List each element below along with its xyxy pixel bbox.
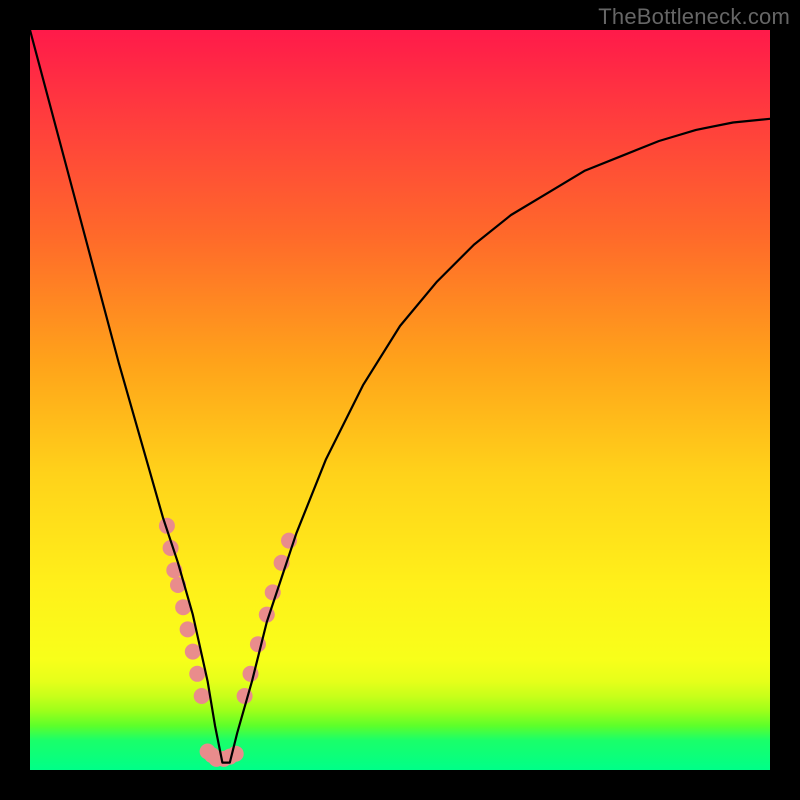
chart-svg <box>30 30 770 770</box>
plot-area <box>30 30 770 770</box>
watermark-text: TheBottleneck.com <box>598 4 790 30</box>
bottleneck-curve <box>30 30 770 763</box>
highlight-dots <box>159 518 297 767</box>
highlight-dot <box>185 644 201 660</box>
highlight-dot <box>180 621 196 637</box>
chart-frame: TheBottleneck.com <box>0 0 800 800</box>
highlight-dot <box>194 688 210 704</box>
highlight-dot <box>189 666 205 682</box>
